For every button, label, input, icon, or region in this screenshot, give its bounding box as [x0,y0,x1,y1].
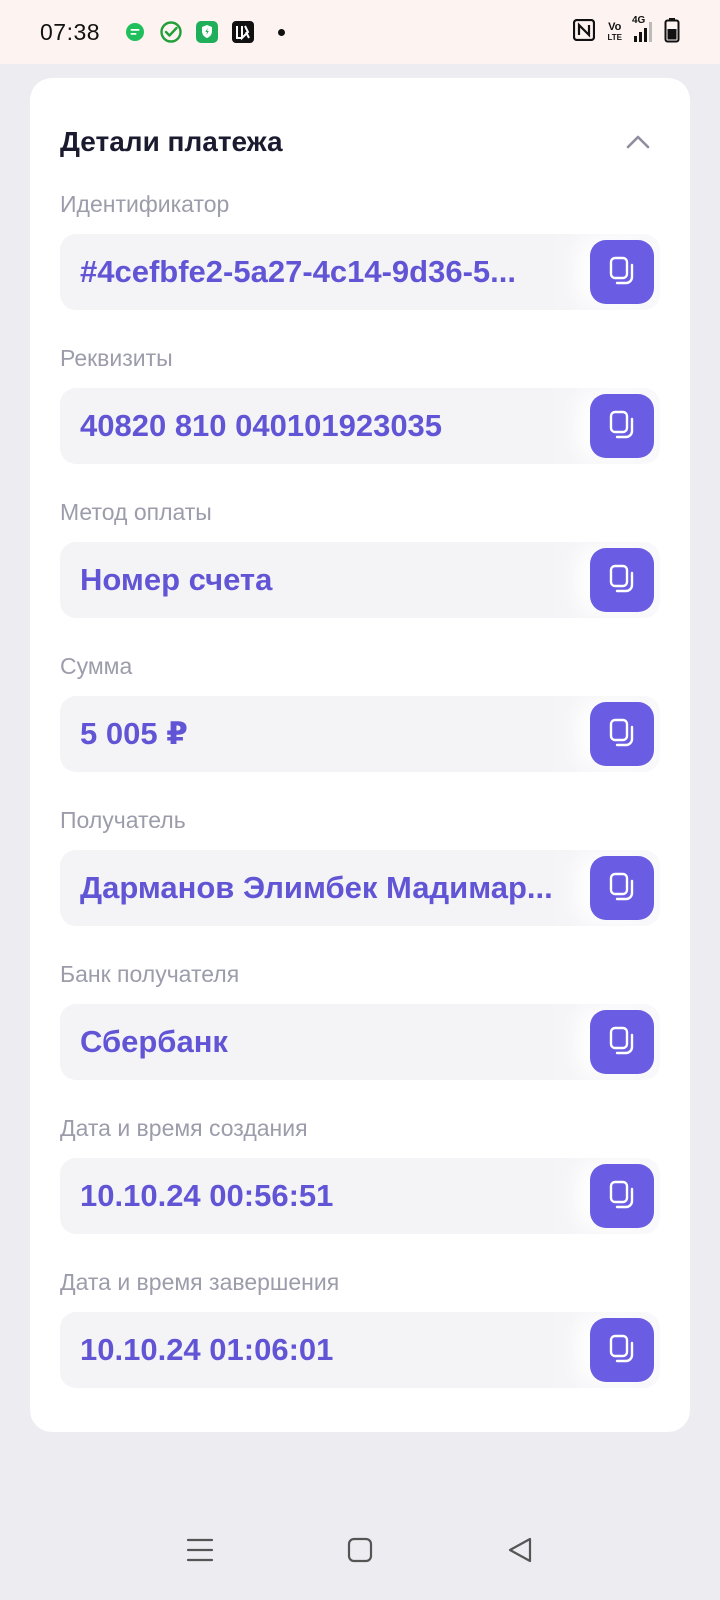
copy-icon [609,564,634,593]
copy-recipient-bank-button[interactable] [590,1010,654,1074]
field-label: Метод оплаты [60,499,212,525]
field-value: 5 005 ₽ [80,716,188,751]
network-type: 4G [632,15,646,26]
field-payment-method: Метод оплаты Номер счета [60,492,660,618]
status-time: 07:38 [40,18,101,45]
field-value-box[interactable]: Номер счета [60,542,660,618]
copy-icon [609,718,634,747]
field-value-box[interactable]: #4cefbfe2-5a27-4c14-9d36-5... [60,234,660,310]
field-value-box[interactable]: Сбербанк [60,1004,660,1080]
copy-created-at-button[interactable] [590,1164,654,1228]
field-value-box[interactable]: 10.10.24 00:56:51 [60,1158,660,1234]
field-identifier: Идентификатор #4cefbfe2-5a27-4c14-9d36-5… [60,184,660,310]
chevron-up-icon [626,135,650,149]
copy-icon [609,256,634,285]
menu-button[interactable] [176,1526,224,1574]
system-icons: Vo LTE 4G [573,16,680,48]
field-value-box[interactable]: 40820 810 040101923035 [60,388,660,464]
field-recipient-bank: Банк получателя Сбербанк [60,954,660,1080]
field-amount: Сумма 5 005 ₽ [60,646,660,772]
copy-icon [609,1026,634,1055]
field-value: Сбербанк [80,1024,228,1059]
field-value: Дарманов Элимбек Мадимар... [80,870,553,905]
copy-recipient-button[interactable] [590,856,654,920]
field-value-box[interactable]: 5 005 ₽ [60,696,660,772]
collapse-button[interactable] [616,120,660,164]
back-button[interactable] [496,1526,544,1574]
field-value: #4cefbfe2-5a27-4c14-9d36-5... [80,254,516,289]
copy-requisites-button[interactable] [590,394,654,458]
status-bar: 07:38 Vo LTE 4G [0,0,720,64]
copy-identifier-button[interactable] [590,240,654,304]
copy-icon [609,872,634,901]
payment-details-card: Детали платежа Идентификатор #4cefbfe2-5… [30,78,690,1432]
field-label: Получатель [60,807,186,833]
field-recipient: Получатель Дарманов Элимбек Мадимар... [60,800,660,926]
card-title: Детали платежа [60,126,283,157]
card-header[interactable]: Детали платежа [60,114,660,170]
volte-icon: Vo LTE [607,20,622,43]
copy-completed-at-button[interactable] [590,1318,654,1382]
lukoil-icon [230,19,256,45]
copy-icon [609,1180,634,1209]
navigation-bar [0,1500,720,1600]
copy-icon [609,1334,634,1363]
field-label: Сумма [60,653,133,679]
field-requisites: Реквизиты 40820 810 040101923035 [60,338,660,464]
copy-amount-button[interactable] [590,702,654,766]
check-circle-icon [158,19,184,45]
back-icon [508,1537,532,1563]
notification-icons [122,19,286,45]
field-label: Банк получателя [60,961,240,987]
more-notifications-dot [278,28,286,36]
message-icon [122,19,148,45]
field-completed-at: Дата и время завершения 10.10.24 01:06:0… [60,1262,660,1388]
field-created-at: Дата и время создания 10.10.24 00:56:51 [60,1108,660,1234]
volte-bottom: LTE [607,32,622,42]
field-value: Номер счета [80,562,273,597]
home-button[interactable] [336,1526,384,1574]
battery-icon [664,17,680,48]
home-icon [347,1537,373,1563]
field-value-box[interactable]: 10.10.24 01:06:01 [60,1312,660,1388]
menu-icon [186,1538,214,1562]
copy-payment-method-button[interactable] [590,548,654,612]
field-value: 10.10.24 01:06:01 [80,1332,334,1367]
field-label: Реквизиты [60,345,173,371]
field-value-box[interactable]: Дарманов Элимбек Мадимар... [60,850,660,926]
copy-icon [609,410,634,439]
field-label: Дата и время завершения [60,1269,340,1295]
field-value: 40820 810 040101923035 [80,408,443,443]
signal-4g-icon: 4G [632,16,652,42]
shield-icon [194,19,220,45]
field-label: Дата и время создания [60,1115,308,1141]
volte-top: Vo [608,20,622,33]
field-value: 10.10.24 00:56:51 [80,1178,334,1213]
field-label: Идентификатор [60,191,230,217]
nfc-icon [573,18,596,46]
